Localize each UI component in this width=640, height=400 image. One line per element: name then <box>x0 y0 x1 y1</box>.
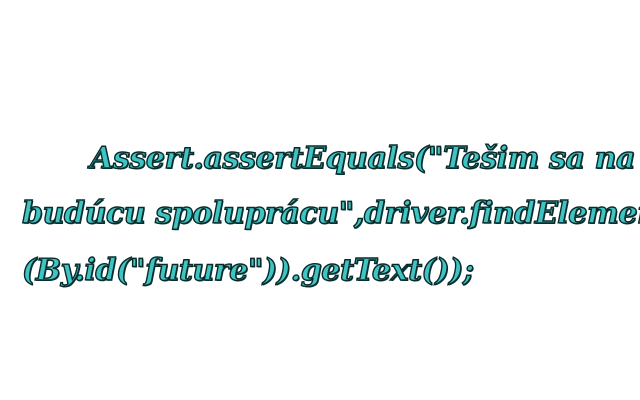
code-line-3: (By.id("future")).getText()); <box>21 253 474 288</box>
text-canvas: Assert.assertEquals("Tešim sa na budúcu … <box>0 0 640 400</box>
code-line-1: Assert.assertEquals("Tešim sa na <box>89 141 636 176</box>
code-line-2: budúcu spoluprácu",driver.findElement <box>21 196 640 231</box>
